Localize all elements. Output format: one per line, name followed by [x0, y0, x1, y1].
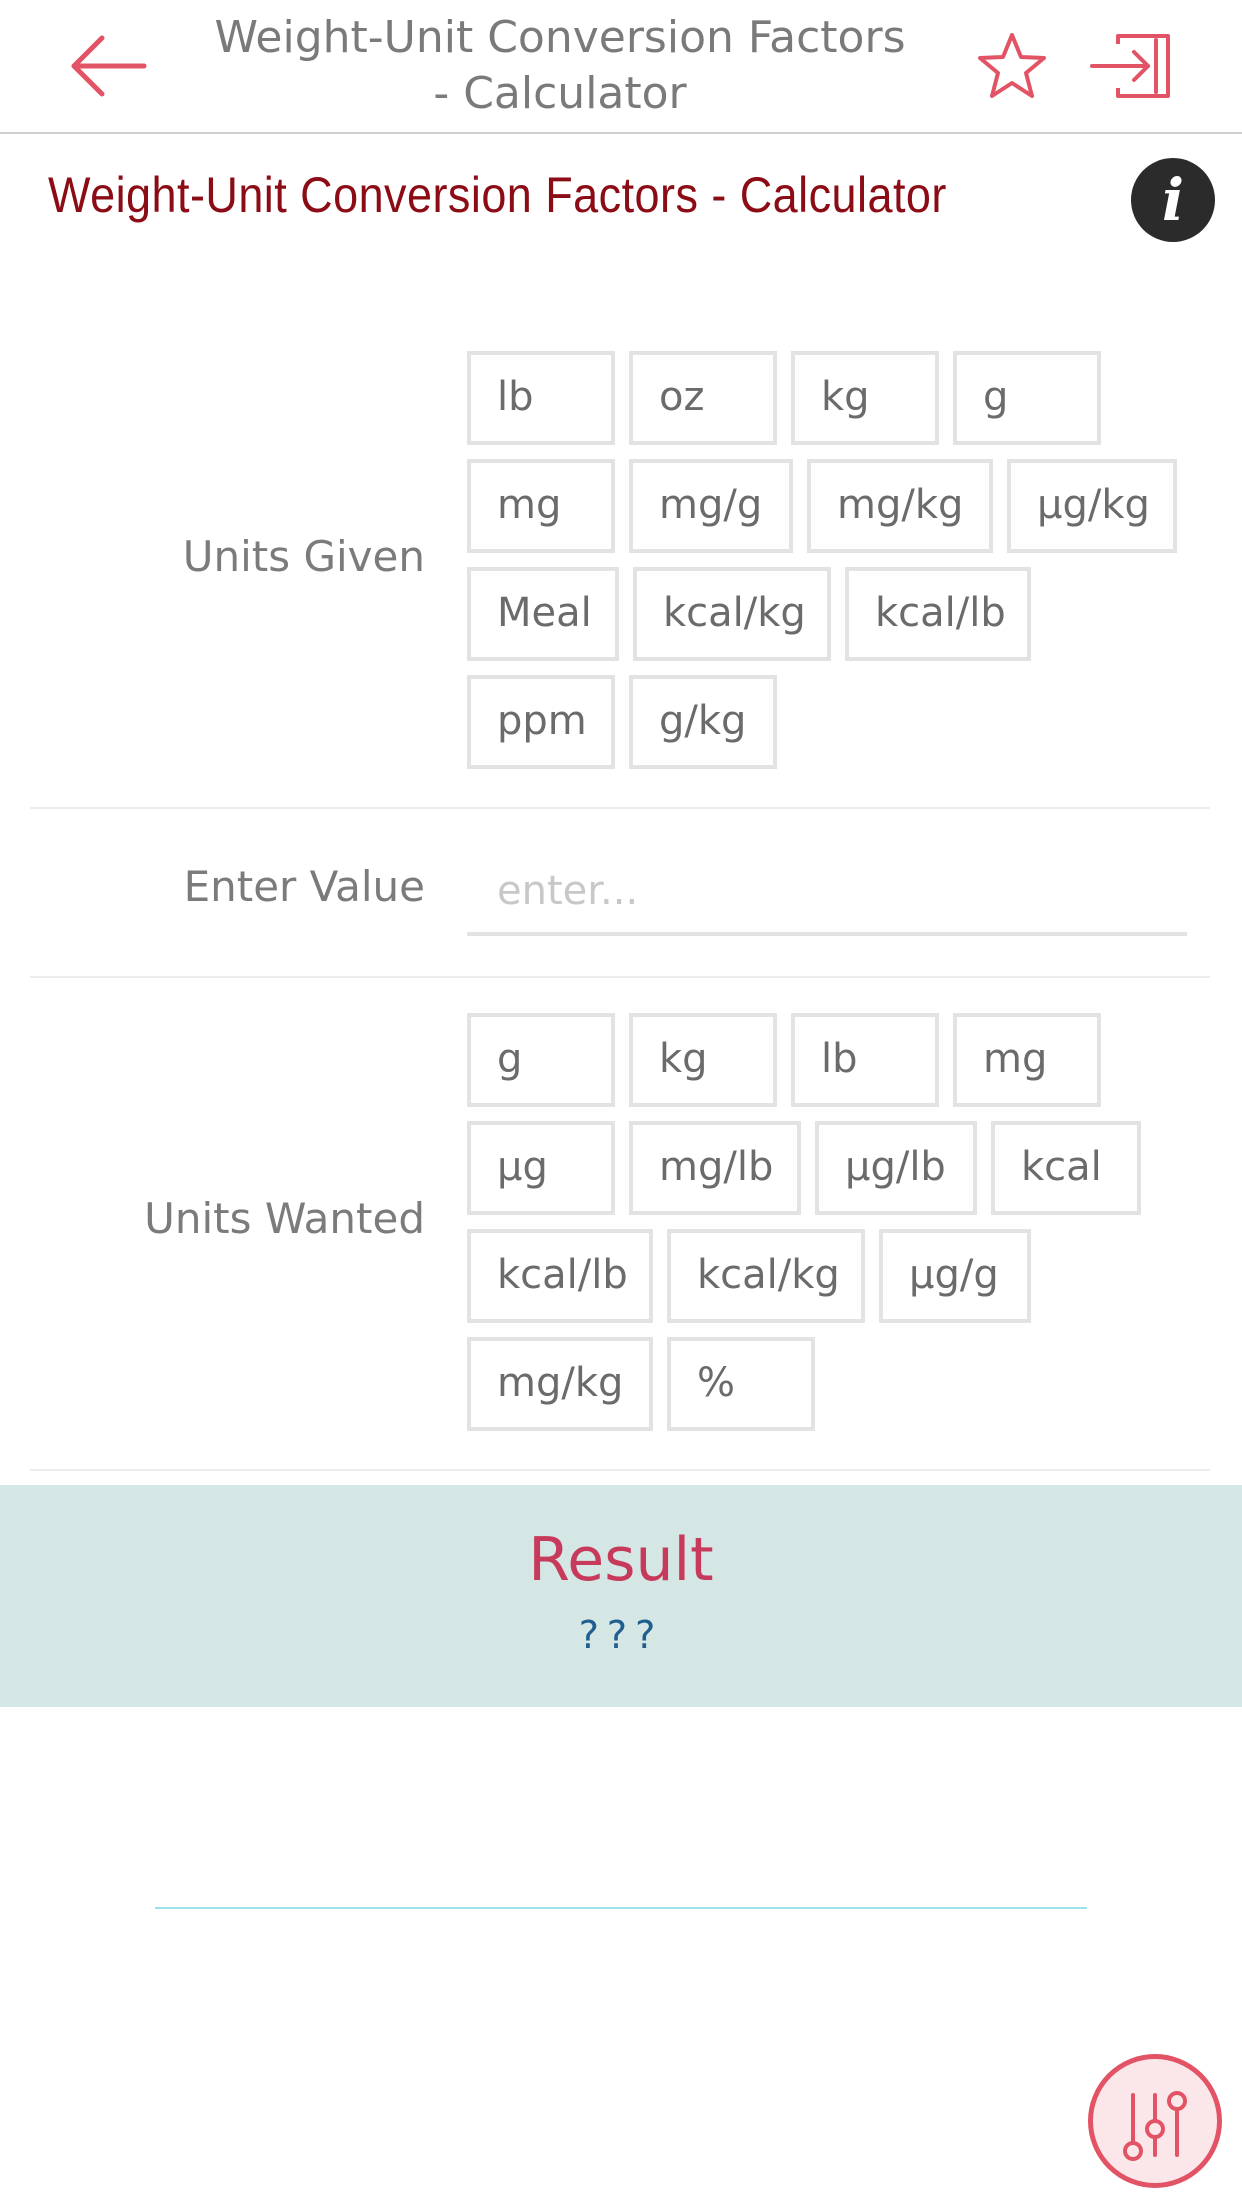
- divider: [30, 1469, 1210, 1471]
- units-given-row: lb oz kg g: [467, 351, 1207, 445]
- unit-given-mg[interactable]: mg: [467, 459, 615, 553]
- divider: [30, 976, 1210, 978]
- nav-title-line-2: - Calculator: [433, 68, 687, 119]
- unit-given-ug-per-kg[interactable]: μg/kg: [1007, 459, 1177, 553]
- units-given-row: Meal kcal/kg kcal/lb: [467, 567, 1207, 661]
- units-given-row: mg mg/g mg/kg μg/kg: [467, 459, 1207, 553]
- back-button[interactable]: [66, 30, 150, 102]
- unit-given-g[interactable]: g: [953, 351, 1101, 445]
- unit-wanted-percent[interactable]: %: [667, 1337, 815, 1431]
- unit-given-g-per-kg[interactable]: g/kg: [629, 675, 777, 769]
- unit-wanted-mg-per-lb[interactable]: mg/lb: [629, 1121, 801, 1215]
- info-button[interactable]: i: [1131, 158, 1215, 242]
- unit-given-mg-per-kg[interactable]: mg/kg: [807, 459, 993, 553]
- unit-wanted-kg[interactable]: kg: [629, 1013, 777, 1107]
- unit-wanted-mg-per-kg[interactable]: mg/kg: [467, 1337, 653, 1431]
- star-icon: [978, 33, 1046, 98]
- unit-given-kcal-per-lb[interactable]: kcal/lb: [845, 567, 1031, 661]
- sliders-icon: [1123, 2091, 1187, 2161]
- result-value: ???: [578, 1613, 664, 1657]
- unit-wanted-lb[interactable]: lb: [791, 1013, 939, 1107]
- unit-wanted-kcal[interactable]: kcal: [991, 1121, 1141, 1215]
- unit-wanted-ug[interactable]: μg: [467, 1121, 615, 1215]
- units-wanted-row: kcal/lb kcal/kg μg/g: [467, 1229, 1207, 1323]
- nav-title: Weight-Unit Conversion Factors - Calcula…: [200, 10, 920, 122]
- unit-given-kg[interactable]: kg: [791, 351, 939, 445]
- units-wanted-row: g kg lb mg: [467, 1013, 1207, 1107]
- unit-given-ppm[interactable]: ppm: [467, 675, 615, 769]
- unit-given-mg-per-g[interactable]: mg/g: [629, 459, 793, 553]
- page-title: Weight-Unit Conversion Factors - Calcula…: [48, 167, 947, 223]
- favorite-button[interactable]: [976, 30, 1048, 102]
- unit-given-oz[interactable]: oz: [629, 351, 777, 445]
- unit-given-lb[interactable]: lb: [467, 351, 615, 445]
- value-input[interactable]: [467, 850, 1187, 936]
- unit-wanted-kcal-per-lb[interactable]: kcal/lb: [467, 1229, 653, 1323]
- units-given-row: ppm g/kg: [467, 675, 1207, 769]
- unit-given-kcal-per-kg[interactable]: kcal/kg: [633, 567, 831, 661]
- enter-value-label: Enter Value: [183, 862, 425, 911]
- unit-wanted-ug-per-g[interactable]: μg/g: [879, 1229, 1031, 1323]
- units-wanted-options: g kg lb mg μg mg/lb μg/lb kcal kcal/lb k…: [467, 1013, 1207, 1445]
- divider: [155, 1907, 1087, 1909]
- result-panel: Result ???: [0, 1485, 1242, 1707]
- settings-button[interactable]: [1088, 2054, 1222, 2188]
- arrow-left-icon: [71, 35, 147, 97]
- units-wanted-row: mg/kg %: [467, 1337, 1207, 1431]
- nav-title-line-1: Weight-Unit Conversion Factors: [214, 12, 906, 63]
- unit-wanted-mg[interactable]: mg: [953, 1013, 1101, 1107]
- units-wanted-row: μg mg/lb μg/lb kcal: [467, 1121, 1207, 1215]
- exit-button[interactable]: [1088, 30, 1174, 102]
- navigation-bar: Weight-Unit Conversion Factors - Calcula…: [0, 0, 1242, 134]
- unit-wanted-ug-per-lb[interactable]: μg/lb: [815, 1121, 977, 1215]
- units-given-label: Units Given: [182, 532, 425, 581]
- result-title: Result: [528, 1525, 714, 1595]
- units-wanted-label: Units Wanted: [144, 1194, 425, 1243]
- sign-in-icon: [1090, 34, 1170, 98]
- divider: [30, 807, 1210, 809]
- unit-wanted-kcal-per-kg[interactable]: kcal/kg: [667, 1229, 865, 1323]
- units-given-options: lb oz kg g mg mg/g mg/kg μg/kg Meal kcal…: [467, 351, 1207, 783]
- unit-wanted-g[interactable]: g: [467, 1013, 615, 1107]
- unit-given-meal[interactable]: Meal: [467, 567, 619, 661]
- info-icon: i: [1161, 166, 1185, 234]
